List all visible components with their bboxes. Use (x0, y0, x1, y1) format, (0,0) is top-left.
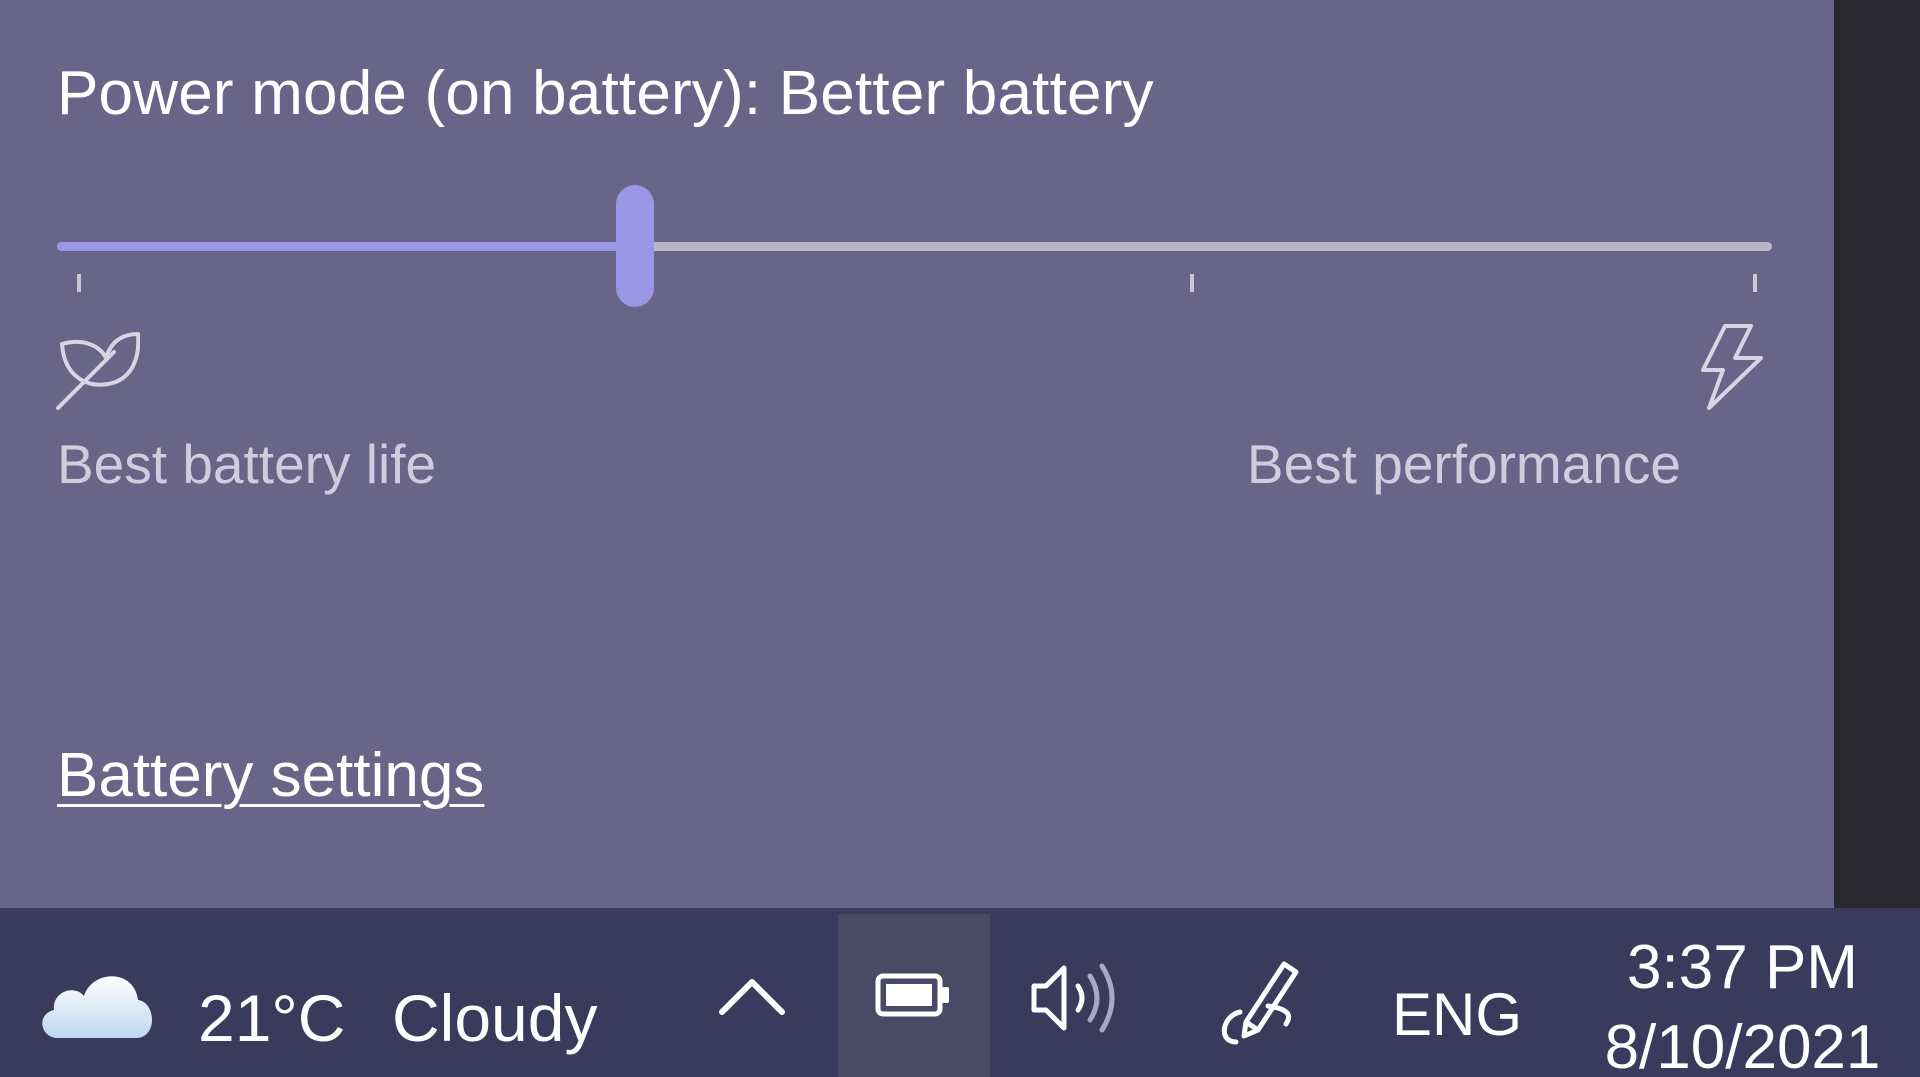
slider-fill (57, 242, 635, 251)
battery-tray-button[interactable] (838, 914, 990, 1077)
slider-tick (1190, 274, 1194, 292)
taskbar: 21°C Cloudy ENG 3:37 PM 8/10/2021 (0, 908, 1920, 1077)
battery-icon (875, 973, 949, 1017)
best-battery-life-label: Best battery life (57, 433, 437, 495)
cloud-icon[interactable] (36, 960, 156, 1044)
slider-tick (77, 274, 81, 292)
best-performance-label: Best performance (1246, 433, 1681, 495)
weather-condition[interactable]: Cloudy (392, 980, 597, 1056)
desktop-edge (1834, 0, 1920, 908)
clock-time: 3:37 PM (1627, 933, 1858, 1002)
clock-date: 8/10/2021 (1604, 1013, 1881, 1077)
slider-tick (1753, 274, 1757, 292)
leaf-icon (56, 332, 140, 410)
slider-thumb[interactable] (616, 185, 654, 307)
lightning-bolt-icon (1701, 324, 1763, 410)
chevron-up-icon[interactable] (700, 946, 804, 1050)
volume-icon[interactable] (1020, 948, 1130, 1048)
power-mode-flyout: Power mode (on battery): Better battery … (0, 0, 1834, 908)
weather-temperature[interactable]: 21°C (198, 980, 345, 1056)
input-language-indicator[interactable]: ENG (1392, 980, 1522, 1049)
power-mode-title: Power mode (on battery): Better battery (57, 59, 1154, 128)
power-mode-slider[interactable] (57, 180, 1772, 310)
taskbar-clock[interactable]: 3:37 PM 8/10/2021 (1565, 928, 1920, 1077)
battery-settings-link[interactable]: Battery settings (57, 740, 484, 811)
pen-icon[interactable] (1210, 950, 1310, 1050)
